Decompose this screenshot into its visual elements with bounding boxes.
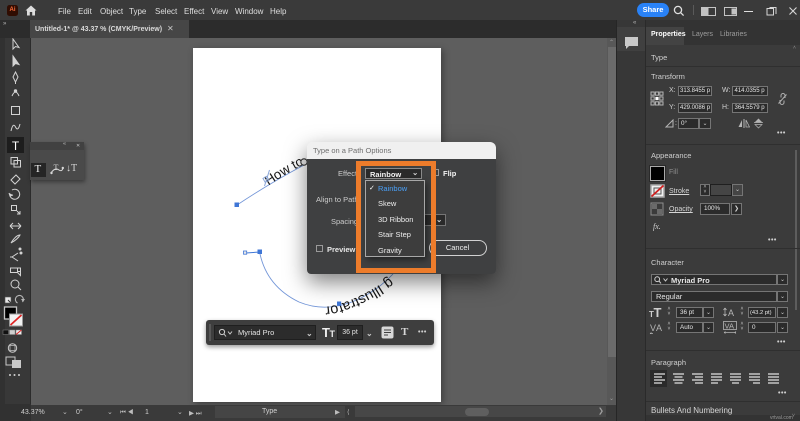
svg-text:g Illustrator: g Illustrator (324, 274, 396, 318)
svg-text:T: T (12, 139, 20, 153)
svg-text:T: T (330, 329, 336, 339)
svg-text:How to: How to (262, 154, 306, 189)
svg-text:T: T (649, 310, 654, 319)
svg-text:A: A (656, 323, 662, 333)
svg-text:T: T (654, 305, 662, 319)
svg-text:A: A (728, 308, 734, 318)
svg-text:VA: VA (725, 322, 734, 331)
svg-text:T: T (54, 163, 59, 172)
